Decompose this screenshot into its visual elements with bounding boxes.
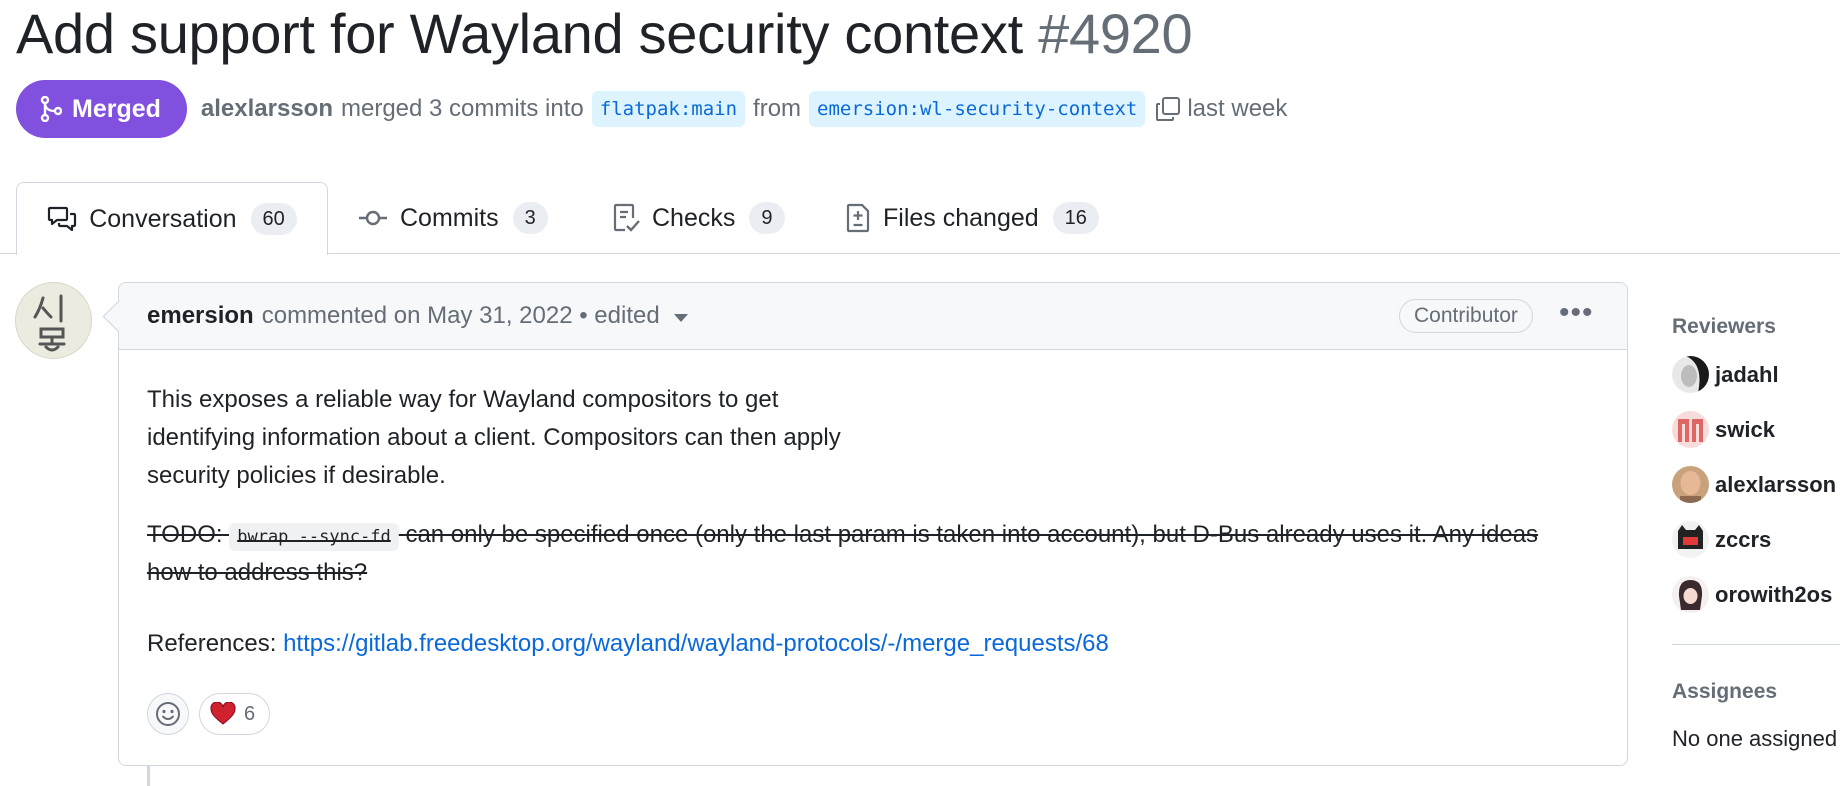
reviewer-item[interactable]: orowith2os: [1672, 576, 1832, 613]
tab-commits[interactable]: Commits 3: [358, 182, 548, 254]
merge-text: merged 3 commits into: [341, 95, 584, 122]
tab-commits-count: 3: [512, 202, 548, 234]
pr-number: #4920: [1038, 2, 1193, 65]
reviewer-item[interactable]: alexlarsson: [1672, 466, 1836, 503]
base-branch-link[interactable]: flatpak:main: [591, 91, 746, 127]
comment-author-link[interactable]: emersion: [147, 302, 254, 330]
from-text: from: [753, 95, 802, 122]
avatar: [1672, 521, 1709, 558]
comment-body: This exposes a reliable way for Wayland …: [147, 381, 1587, 657]
reviewer-name: jadahl: [1715, 361, 1779, 387]
add-reaction-button[interactable]: [147, 693, 189, 735]
sidebar-divider: [1672, 644, 1840, 645]
git-commit-icon: [358, 208, 388, 228]
merged-time: last week: [1187, 95, 1288, 122]
tab-conversation[interactable]: Conversation 60: [16, 182, 328, 255]
merger-link[interactable]: alexlarsson: [201, 95, 333, 123]
copy-icon[interactable]: [1155, 96, 1181, 122]
contributor-badge: Contributor: [1399, 299, 1533, 333]
reviewer-item[interactable]: jadahl: [1672, 356, 1779, 393]
tab-commits-label: Commits: [400, 203, 499, 232]
heart-reaction-button[interactable]: 6: [199, 693, 271, 735]
reactions-bar: 6: [147, 693, 271, 735]
pr-meta: Merged alexlarsson merged 3 commits into…: [16, 80, 1287, 138]
reviewer-name: zccrs: [1715, 526, 1772, 552]
comment-meta: commented on May 31, 2022 • edited: [261, 302, 660, 329]
reviewer-item[interactable]: zccrs: [1672, 521, 1771, 558]
comment-card: emersion commented on May 31, 2022 • edi…: [102, 282, 1628, 766]
head-branch-link[interactable]: emersion:wl-security-context: [809, 91, 1146, 127]
merged-status-badge: Merged: [16, 80, 187, 138]
reviewer-name: alexlarsson: [1715, 471, 1837, 497]
assignees-heading[interactable]: Assignees: [1672, 680, 1777, 704]
git-merge-icon: [40, 96, 62, 122]
heart-count: 6: [244, 702, 256, 725]
reviewer-item[interactable]: swick: [1672, 411, 1775, 448]
references-paragraph: References: https://gitlab.freedesktop.o…: [147, 625, 1109, 663]
tab-conversation-label: Conversation: [89, 204, 237, 233]
file-diff-icon: [845, 203, 871, 233]
edit-history-dropdown-icon[interactable]: [673, 314, 688, 322]
avatar: [1672, 466, 1709, 503]
kebab-menu-icon[interactable]: •••: [1559, 298, 1594, 328]
assignees-value: No one assigned: [1672, 726, 1838, 751]
tab-checks-count: 9: [749, 202, 785, 234]
reviewer-name: swick: [1715, 416, 1775, 442]
avatar: [1672, 576, 1709, 613]
smiley-icon: [155, 701, 181, 727]
tab-files-changed-count: 16: [1052, 202, 1099, 234]
merged-label: Merged: [72, 94, 161, 123]
timeline-line: [147, 766, 150, 786]
avatar[interactable]: [15, 282, 92, 359]
checklist-icon: [612, 203, 640, 233]
tab-checks[interactable]: Checks 9: [612, 182, 785, 254]
comment-paragraph: This exposes a reliable way for Wayland …: [147, 386, 841, 489]
pr-title: Add support for Wayland security context…: [16, 2, 1193, 66]
reviewer-name: orowith2os: [1715, 581, 1833, 607]
pr-title-text: Add support for Wayland security context: [16, 2, 1023, 65]
inline-code: bwrap --sync-fd: [229, 523, 399, 551]
avatar: [1672, 356, 1709, 393]
tab-conversation-count: 60: [250, 203, 297, 235]
tab-files-changed-label: Files changed: [883, 203, 1039, 232]
tab-files-changed[interactable]: Files changed 16: [845, 182, 1099, 254]
comment-header: emersion commented on May 31, 2022 • edi…: [119, 283, 1627, 350]
references-label: References:: [147, 630, 277, 657]
pr-tabs: Conversation 60 Commits 3 Checks 9 Files…: [0, 182, 1840, 255]
reviewers-heading[interactable]: Reviewers: [1672, 315, 1776, 339]
tab-checks-label: Checks: [652, 203, 736, 232]
comment-discussion-icon: [47, 205, 77, 233]
heart-icon: [210, 702, 236, 726]
avatar: [1672, 411, 1709, 448]
todo-prefix: TODO:: [147, 521, 223, 548]
references-link[interactable]: https://gitlab.freedesktop.org/wayland/w…: [283, 630, 1109, 657]
todo-paragraph: TODO: bwrap --sync-fd can only be specif…: [147, 517, 1547, 591]
